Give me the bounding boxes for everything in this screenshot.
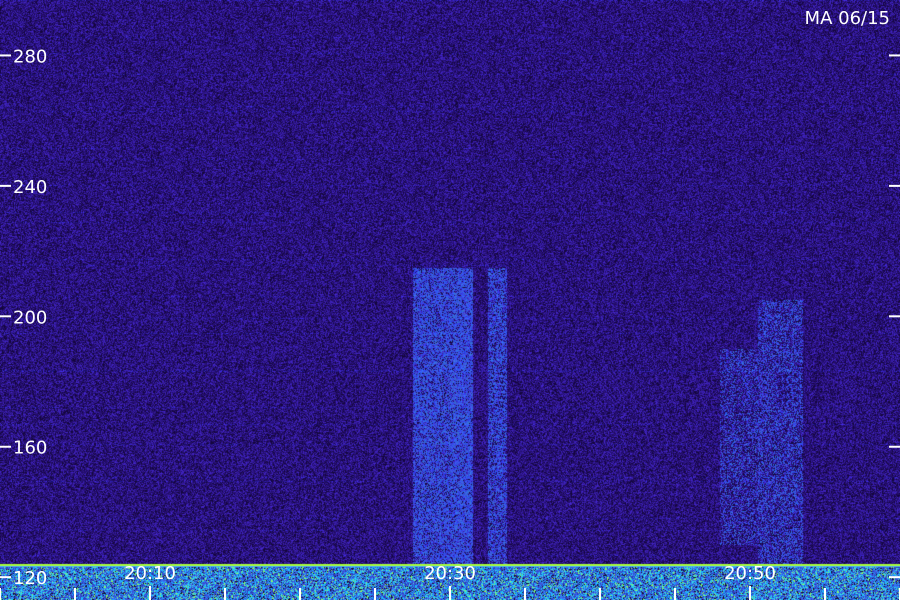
spectrogram-axes: 120 160 200 240 280 20:10 20:30 20:50 MA 06/15 xyxy=(0,8,900,600)
x-tick-label-1: 20:30 xyxy=(424,563,476,584)
station-date-label: MA 06/15 xyxy=(805,8,890,29)
y-tick-label-160: 160 xyxy=(13,438,47,459)
y-tick-label-200: 200 xyxy=(13,307,47,328)
spectrogram-chart: 120 160 200 240 280 20:10 20:30 20:50 MA 06/15 xyxy=(0,0,900,600)
y-axis-right xyxy=(889,54,900,579)
y-tick-label-120: 120 xyxy=(13,568,47,589)
x-axis: 20:10 20:30 20:50 xyxy=(0,563,900,600)
y-axis-left: 120 160 200 240 280 xyxy=(0,46,47,589)
x-tick-label-2: 20:50 xyxy=(724,563,776,584)
y-tick-label-280: 280 xyxy=(13,46,47,67)
y-tick-label-240: 240 xyxy=(13,177,47,198)
x-tick-label-0: 20:10 xyxy=(124,563,176,584)
